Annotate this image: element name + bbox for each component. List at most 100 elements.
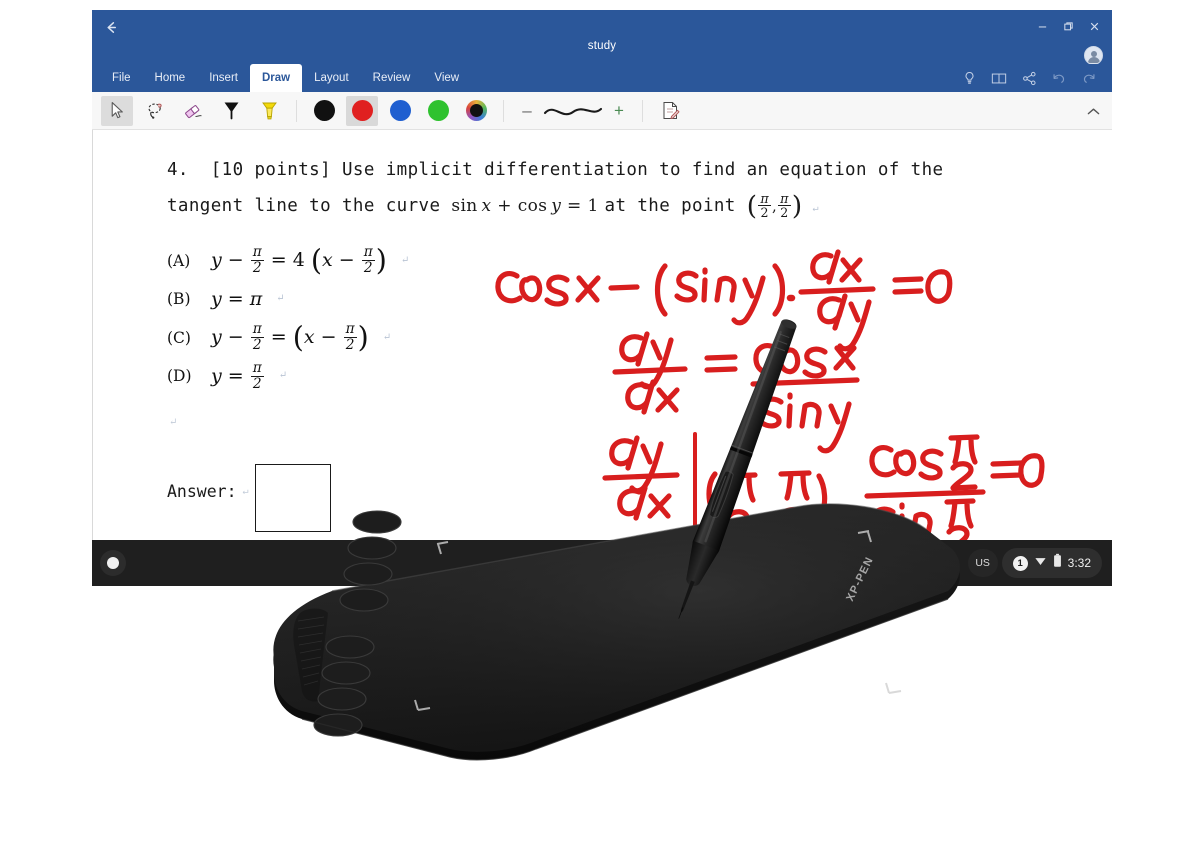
paragraph-mark: ↵ — [278, 370, 288, 381]
color-dot-red — [351, 100, 373, 121]
ribbon-tab-bar: File Home Insert Draw Layout Review View — [92, 64, 1112, 92]
redo-icon[interactable] — [1076, 65, 1102, 91]
undo-icon[interactable] — [1046, 65, 1072, 91]
choice-a-expression: y − π2 = 4 (x − π 2) — [211, 244, 387, 277]
clock: 3:32 — [1067, 556, 1091, 570]
screenshot-root: study File Home Insert Draw Layout Revie… — [0, 0, 1200, 850]
stroke-width-preview — [542, 98, 604, 124]
back-arrow-icon[interactable] — [98, 15, 124, 39]
equation-inline: sin x + cos y = 1 — [451, 196, 599, 216]
draw-toolbar: – + — [92, 92, 1112, 130]
stylus-pen[interactable] — [655, 305, 825, 645]
corner-marker-br — [885, 682, 902, 694]
restore-button[interactable] — [1056, 15, 1080, 37]
answer-choices: (A) y − π2 = 4 (x − π 2) ↵ (B) y = π ↵ (C — [167, 241, 1007, 395]
launcher-button[interactable] — [100, 550, 126, 576]
window-title-bar: study — [92, 10, 1112, 65]
choice-b[interactable]: (B) y = π ↵ — [167, 280, 1007, 318]
choice-b-label: (B) — [167, 290, 191, 308]
share-icon[interactable] — [1016, 65, 1042, 91]
express-key — [343, 562, 393, 586]
toolbar-separator — [296, 99, 297, 122]
pen-tool[interactable] — [215, 96, 247, 126]
lasso-select-tool[interactable] — [139, 96, 171, 126]
highlighter-tool[interactable] — [253, 96, 285, 126]
paragraph-mark: ↵ — [382, 331, 392, 343]
tab-home[interactable]: Home — [143, 64, 198, 92]
color-dot-blue — [389, 100, 411, 121]
status-area-button[interactable]: 1 3:32 — [1001, 548, 1102, 578]
choice-d-expression: y = π2 — [211, 360, 264, 392]
cursor-arrow-icon — [111, 102, 123, 119]
notification-badge: 1 — [1012, 555, 1028, 571]
ribbon-tabs: File Home Insert Draw Layout Review View — [92, 64, 471, 92]
window-title: study — [587, 40, 617, 52]
choice-b-expression: y = π — [211, 288, 263, 310]
minimize-button[interactable] — [1030, 15, 1054, 37]
color-green[interactable] — [422, 96, 454, 126]
account-avatar[interactable] — [1084, 46, 1103, 65]
eraser-tool[interactable] — [177, 96, 209, 126]
drawing-tablet[interactable]: XP-PEN — [236, 495, 976, 785]
close-button[interactable] — [1082, 15, 1106, 37]
tab-draw[interactable]: Draw — [249, 64, 303, 92]
tab-insert[interactable]: Insert — [197, 64, 250, 92]
tab-review[interactable]: Review — [361, 64, 423, 92]
question-text-block: 4. [10 points] Use implicit differentiat… — [167, 152, 1007, 540]
tell-me-lightbulb-icon[interactable] — [956, 65, 982, 91]
ribbon-quick-actions — [956, 64, 1112, 92]
question-number: 4. — [167, 160, 189, 180]
choice-a-label: (A) — [167, 251, 191, 270]
ink-to-text-icon[interactable] — [654, 96, 686, 126]
wifi-icon — [1034, 554, 1047, 572]
paragraph-mark: ↵ — [400, 254, 410, 266]
tab-file[interactable]: File — [100, 64, 143, 92]
color-dot-green — [427, 100, 449, 121]
express-key — [352, 510, 402, 534]
select-tool[interactable] — [101, 95, 133, 126]
express-key — [339, 588, 389, 612]
express-key — [325, 635, 375, 659]
system-tray: US 1 3:32 — [967, 548, 1112, 578]
color-blue[interactable] — [384, 96, 416, 126]
toolbar-separator-2 — [503, 99, 504, 122]
paragraph-mark: ↵ — [169, 417, 178, 428]
choice-a[interactable]: (A) y − π2 = 4 (x − π 2) ↵ — [167, 241, 1007, 280]
reading-view-icon[interactable] — [986, 65, 1012, 91]
tab-layout[interactable]: Layout — [302, 64, 361, 92]
pen-icon — [224, 102, 238, 120]
battery-icon — [1053, 553, 1062, 573]
question-line-2-text: tangent line to the curve — [167, 196, 441, 216]
eraser-icon — [184, 104, 202, 118]
paragraph-mark: ↵ — [812, 203, 819, 214]
increase-thickness-button[interactable]: + — [606, 98, 632, 124]
question-line-1-text: Use implicit differentiation to find an … — [341, 160, 944, 180]
tab-view[interactable]: View — [422, 64, 471, 92]
choice-c[interactable]: (C) y − π2 = (x − π 2) ↵ — [167, 318, 1007, 357]
point-coordinates: (π 2, π 2) — [746, 190, 803, 222]
color-wheel-icon — [465, 100, 487, 121]
decrease-thickness-button[interactable]: – — [514, 98, 540, 124]
choice-d[interactable]: (D) y = π2 ↵ — [167, 357, 1007, 395]
express-key — [317, 687, 367, 711]
window-controls — [1030, 15, 1106, 37]
collapse-ribbon-button[interactable] — [1084, 102, 1102, 120]
answer-label: Answer: — [167, 482, 237, 501]
express-key — [321, 661, 371, 685]
document-canvas[interactable]: 4. [10 points] Use implicit differentiat… — [92, 130, 1112, 540]
paragraph-mark: ↵ — [276, 293, 285, 304]
question-line-2-text-b: at the point — [604, 196, 736, 216]
color-red[interactable] — [346, 95, 378, 126]
color-dot-black — [313, 100, 335, 121]
color-more[interactable] — [460, 96, 492, 126]
choice-c-expression: y − π2 = (x − π 2) — [211, 321, 369, 354]
color-black[interactable] — [308, 96, 340, 126]
toolbar-separator-3 — [642, 99, 643, 122]
lasso-icon — [148, 103, 162, 119]
points-label: [10 points] — [210, 160, 332, 180]
question-line-2: tangent line to the curve sin x + cos y … — [167, 188, 1007, 227]
paragraph-mark: ↵ — [242, 486, 249, 497]
express-key — [347, 536, 397, 560]
choice-d-label: (D) — [167, 367, 192, 385]
corner-marker-tl — [436, 541, 449, 555]
